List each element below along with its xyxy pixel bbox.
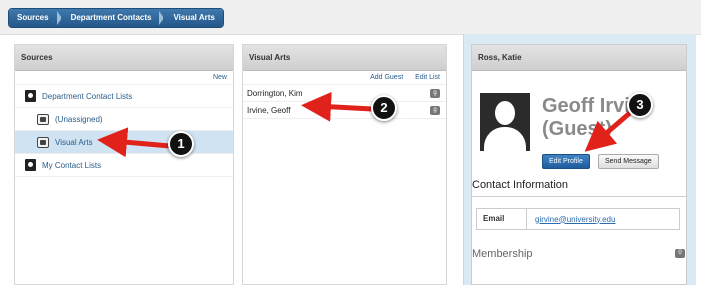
contact-name: Dorrington, Kim <box>247 88 303 98</box>
contact-name: Irvine, Geoff <box>247 105 291 115</box>
contacts-toolbar: Add Guest Edit List <box>243 71 446 85</box>
source-department-contact-lists[interactable]: Department Contact Lists <box>15 85 233 108</box>
sources-panel: Sources New Department Contact Lists (Un… <box>14 44 234 285</box>
membership-heading[interactable]: Membership <box>472 248 533 260</box>
callout-1: 1 <box>168 131 194 157</box>
profile-panel-container: Ross, Katie Geoff Irvi (Guest) Edit Prof… <box>463 34 696 285</box>
source-label: Department Contact Lists <box>42 91 133 101</box>
guest-badge: g <box>430 105 440 115</box>
guest-badge: g <box>430 88 440 98</box>
add-guest-link[interactable]: Add Guest <box>370 74 403 81</box>
breadcrumb: Sources Department Contacts Visual Arts <box>8 8 224 28</box>
source-my-contact-lists[interactable]: My Contact Lists <box>15 154 233 177</box>
breadcrumb-visual-arts[interactable]: Visual Arts <box>163 9 223 27</box>
breadcrumb-department-contacts[interactable]: Department Contacts <box>60 9 165 27</box>
profile-name: Geoff Irvi (Guest) <box>542 95 630 141</box>
source-label: Visual Arts <box>55 137 93 147</box>
contact-row[interactable]: Dorrington, Kim g <box>243 85 446 102</box>
address-book-icon <box>25 90 36 102</box>
email-label: Email <box>477 209 527 229</box>
divider <box>472 196 686 197</box>
sources-header: Sources <box>15 45 233 71</box>
profile-header: Ross, Katie <box>472 45 686 71</box>
profile-name-line1: Geoff Irvi <box>542 95 630 117</box>
avatar-head <box>495 101 515 125</box>
contacts-header: Visual Arts <box>243 45 446 71</box>
breadcrumb-sources[interactable]: Sources <box>9 9 62 27</box>
membership-count-badge: 0 <box>675 249 685 258</box>
contact-row[interactable]: Irvine, Geoff g <box>243 102 446 119</box>
callout-3: 3 <box>627 92 653 118</box>
email-link[interactable]: girvine@university.edu <box>527 215 615 224</box>
contact-list-icon <box>37 136 49 148</box>
source-label: (Unassigned) <box>55 114 103 124</box>
contact-list-icon <box>37 113 49 125</box>
avatar-body <box>484 127 526 151</box>
source-visual-arts[interactable]: Visual Arts <box>15 131 233 154</box>
contacts-panel: Visual Arts Add Guest Edit List Dorringt… <box>242 44 447 285</box>
source-unassigned[interactable]: (Unassigned) <box>15 108 233 131</box>
address-book-icon <box>25 159 36 171</box>
profile-panel: Ross, Katie Geoff Irvi (Guest) Edit Prof… <box>471 44 687 285</box>
new-link[interactable]: New <box>213 74 227 81</box>
source-label: My Contact Lists <box>42 160 102 170</box>
avatar <box>480 93 530 151</box>
profile-name-line2: (Guest) <box>542 118 612 140</box>
contact-info-heading: Contact Information <box>472 179 568 191</box>
email-row: Email girvine@university.edu <box>476 208 680 230</box>
edit-list-link[interactable]: Edit List <box>415 74 440 81</box>
callout-2: 2 <box>371 95 397 121</box>
sources-toolbar: New <box>15 71 233 85</box>
send-message-button[interactable]: Send Message <box>598 154 659 169</box>
edit-profile-button[interactable]: Edit Profile <box>542 154 590 169</box>
